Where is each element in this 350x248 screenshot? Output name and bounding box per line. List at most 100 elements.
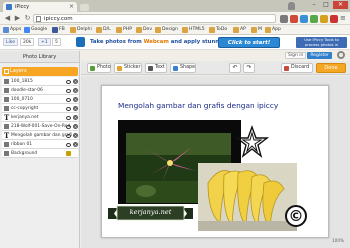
tab-close-icon[interactable]: × bbox=[69, 2, 74, 12]
layer-row[interactable]: cc-copyright × bbox=[2, 104, 78, 113]
browser-tab[interactable]: iPiccy × bbox=[3, 2, 77, 12]
extension-icon[interactable] bbox=[300, 15, 308, 23]
sticker-tool-button[interactable]: Sticker bbox=[114, 63, 142, 73]
layer-name: 218-Wolf-001-Save-On-Red bbox=[11, 124, 71, 129]
delete-layer-icon[interactable]: × bbox=[73, 88, 78, 93]
bookmark-item[interactable]: M bbox=[251, 26, 262, 34]
bookmark-item[interactable]: Google bbox=[24, 26, 47, 34]
promo-text-highlight: Webcam bbox=[143, 39, 169, 45]
address-text: ipiccy.com bbox=[44, 16, 73, 22]
layer-row[interactable]: ribbon 01 × bbox=[2, 140, 78, 149]
bookmark-item[interactable]: Dev bbox=[136, 26, 152, 34]
menu-icon[interactable]: ≡ bbox=[340, 14, 347, 23]
delete-layer-icon[interactable]: × bbox=[73, 133, 78, 138]
maximize-button[interactable]: □ bbox=[320, 1, 332, 9]
user-profile-icon[interactable] bbox=[288, 2, 295, 10]
register-button[interactable]: Register bbox=[307, 52, 332, 59]
bookmark-label: M bbox=[258, 27, 262, 32]
layer-row[interactable]: doodle-star-06 × bbox=[2, 86, 78, 95]
ipiccy-store-badge[interactable]: Use iPiccy Tools to process photos in Fi… bbox=[296, 37, 347, 52]
visibility-eye-icon[interactable] bbox=[66, 97, 71, 102]
visibility-eye-icon[interactable] bbox=[66, 124, 71, 129]
bookmark-item[interactable]: PHP bbox=[116, 26, 132, 34]
extension-icon[interactable] bbox=[310, 15, 318, 23]
layers-header[interactable]: Layers bbox=[2, 67, 78, 76]
text-tool-button[interactable]: Text bbox=[145, 63, 167, 73]
like-count: 20k bbox=[20, 38, 35, 46]
settings-gear-icon[interactable] bbox=[337, 51, 345, 59]
bookmark-item[interactable]: ToDo bbox=[209, 26, 227, 34]
bookmark-item[interactable]: Delphi bbox=[70, 26, 92, 34]
signin-button[interactable]: Sign in bbox=[285, 52, 307, 59]
layer-row[interactable]: 100_0710 × bbox=[2, 95, 78, 104]
copyright-sticker[interactable]: © bbox=[285, 205, 307, 227]
shape-tool-button[interactable]: Shape bbox=[170, 63, 196, 73]
visibility-eye-icon[interactable] bbox=[66, 115, 71, 120]
photo-library-tab[interactable]: Photo Library bbox=[0, 51, 79, 63]
undo-button[interactable]: ↶ bbox=[229, 63, 241, 73]
extension-icon[interactable] bbox=[330, 15, 338, 23]
close-window-button[interactable]: ✕ bbox=[333, 1, 348, 9]
shape-icon bbox=[173, 65, 178, 71]
photo-tool-label: Photo bbox=[97, 65, 111, 70]
doodle-star-sticker[interactable] bbox=[234, 124, 270, 163]
bookmark-item[interactable]: App bbox=[265, 26, 281, 34]
page-icon bbox=[36, 16, 41, 22]
visibility-eye-icon[interactable] bbox=[66, 142, 71, 147]
text-icon bbox=[148, 65, 153, 71]
facebook-like-button[interactable]: Like bbox=[3, 38, 18, 46]
bookmark-item[interactable]: AP bbox=[233, 26, 246, 34]
visibility-eye-icon[interactable] bbox=[66, 88, 71, 93]
discard-icon bbox=[284, 65, 289, 71]
mail-extension-icon[interactable] bbox=[290, 15, 298, 23]
visibility-eye-icon[interactable] bbox=[66, 79, 71, 84]
new-tab-button[interactable] bbox=[80, 4, 89, 11]
image-layer-icon bbox=[4, 142, 9, 147]
layer-row[interactable]: 100_1815 × bbox=[2, 77, 78, 86]
forward-arrow-icon[interactable]: ▶ bbox=[13, 14, 22, 23]
bookmark-item[interactable]: Design bbox=[155, 26, 178, 34]
bookmark-label: Design bbox=[162, 27, 178, 32]
layers-icon bbox=[4, 69, 9, 74]
bookmark-item[interactable]: D/L bbox=[96, 26, 111, 34]
visibility-eye-icon[interactable] bbox=[66, 133, 71, 138]
extension-icon[interactable] bbox=[280, 15, 288, 23]
reload-icon[interactable]: ↻ bbox=[23, 14, 32, 23]
google-plus-button[interactable]: +1 bbox=[38, 38, 51, 46]
redo-button[interactable]: ↷ bbox=[243, 63, 255, 73]
browser-tab-bar: iPiccy × – □ ✕ bbox=[0, 0, 350, 12]
bookmark-item[interactable]: HTML5 bbox=[182, 26, 205, 34]
banana-photo[interactable] bbox=[198, 163, 297, 231]
canvas-title-text[interactable]: Mengolah gambar dan grafis dengan ipiccy bbox=[118, 101, 278, 110]
layer-row[interactable]: 218-Wolf-001-Save-On-Red × bbox=[2, 122, 78, 131]
minimize-button[interactable]: – bbox=[308, 1, 320, 9]
folder-icon bbox=[182, 27, 188, 33]
delete-layer-icon[interactable]: × bbox=[73, 142, 78, 147]
layer-row[interactable]: Tkerjanya.net × bbox=[2, 113, 78, 122]
delete-layer-icon[interactable]: × bbox=[73, 79, 78, 84]
sticker-icon bbox=[117, 65, 122, 71]
start-webcam-button[interactable]: Click to start! bbox=[218, 37, 280, 48]
delete-layer-icon[interactable]: × bbox=[73, 106, 78, 111]
delete-layer-icon[interactable]: × bbox=[73, 97, 78, 102]
photo-tool-button[interactable]: Photo bbox=[87, 63, 111, 73]
extension-icon[interactable] bbox=[320, 15, 328, 23]
bookmark-item[interactable]: Apps bbox=[3, 26, 21, 34]
layers-label: Layers bbox=[10, 68, 27, 74]
layer-name: Mengolah gambar dan grafi bbox=[11, 133, 72, 138]
back-arrow-icon[interactable]: ◀ bbox=[3, 14, 12, 23]
bookmark-item[interactable]: FB bbox=[52, 26, 65, 34]
sticker-tool-label: Sticker bbox=[124, 65, 141, 70]
delete-layer-icon[interactable]: × bbox=[73, 115, 78, 120]
shape-tool-label: Shape bbox=[180, 65, 196, 70]
discard-button[interactable]: Discard bbox=[281, 63, 313, 73]
layer-row[interactable]: Background bbox=[2, 149, 78, 158]
ribbon-text[interactable]: kerjanya.net bbox=[120, 207, 181, 218]
done-button[interactable]: Done bbox=[316, 63, 346, 73]
folder-icon bbox=[251, 27, 257, 33]
address-bar[interactable]: ipiccy.com ☆ bbox=[33, 14, 304, 23]
delete-layer-icon[interactable]: × bbox=[73, 124, 78, 129]
layer-row[interactable]: T Mengolah gambar dan grafi × bbox=[2, 131, 78, 140]
visibility-eye-icon[interactable] bbox=[66, 106, 71, 111]
folder-icon bbox=[265, 27, 271, 33]
